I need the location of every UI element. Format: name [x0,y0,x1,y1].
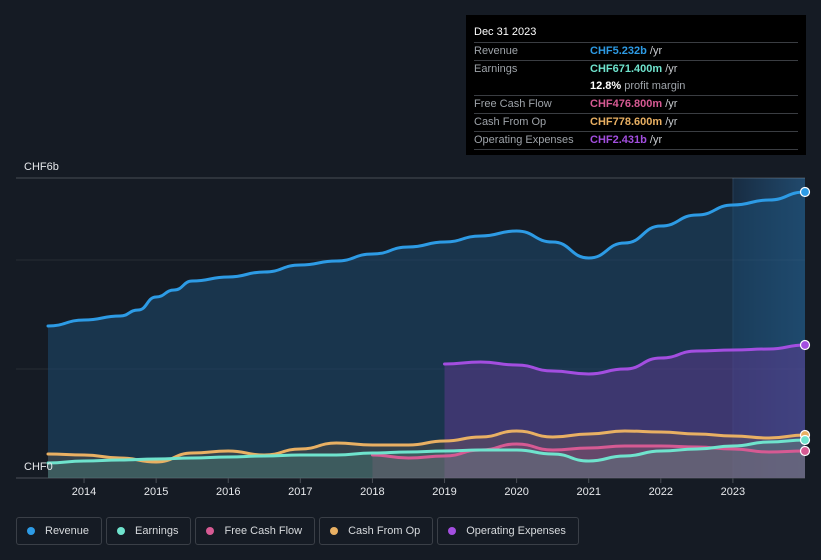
tooltip-row-label: Free Cash Flow [474,98,552,110]
y-axis-bottom-label: CHF0 [24,461,53,473]
tooltip-value-amount: 12.8% [590,80,622,92]
tooltip-row: 12.8% profit margin [474,78,798,95]
legend-item-earnings[interactable]: Earnings [106,517,192,545]
tooltip-value-amount: CHF778.600m [590,116,663,128]
tooltip-row-label: Operating Expenses [474,134,574,146]
y-axis-top-label: CHF6b [24,161,59,173]
legend-dot-icon [448,527,457,535]
tooltip-row: Free Cash Flow CHF476.800m /yr [474,95,798,113]
tooltip-value-amount: CHF671.400m [590,63,663,75]
legend-dot-icon [117,527,126,535]
x-tick-label: 2020 [504,486,528,498]
x-tick-label: 2018 [360,486,384,498]
tooltip-row: Revenue CHF5.232b /yr [474,42,798,60]
tooltip-value-unit: /yr [662,98,678,110]
operating-expenses-end-marker [799,339,811,351]
x-tick-label: 2016 [216,486,240,498]
tooltip-value-unit: /yr [662,116,678,128]
x-tick-label: 2021 [576,486,600,498]
legend-label: Revenue [45,525,90,537]
tooltip-row-value: 12.8% profit margin [590,78,685,95]
tooltip-row-value: CHF671.400m /yr [590,61,677,78]
legend-item-free-cash-flow[interactable]: Free Cash Flow [195,517,316,545]
legend-dot-icon [330,527,339,535]
x-tick-label: 2019 [432,486,456,498]
tooltip-value-unit: /yr [646,134,663,146]
tooltip-value-unit: /yr [662,63,678,75]
free-cash-flow-end-marker [799,445,811,457]
tooltip-date: Dec 31 2023 [474,26,537,38]
legend-item-cash-from-op[interactable]: Cash From Op [319,517,434,545]
tooltip-row-label: Earnings [474,63,518,75]
legend-item-revenue[interactable]: Revenue [16,517,103,545]
x-tick-label: 2023 [721,486,745,498]
x-axis-ticks: 2014 2015 2016 2017 2018 2019 2020 2021 2022 2023 [72,478,745,498]
x-tick-label: 2015 [144,486,168,498]
legend-label: Free Cash Flow [224,525,303,537]
tooltip-row-value: CHF5.232b /yr [590,43,662,60]
tooltip-row-value: CHF2.431b /yr [590,132,662,149]
x-tick-label: 2014 [72,486,96,498]
tooltip-row-label: Cash From Op [474,116,547,128]
legend-label: Cash From Op [348,525,421,537]
legend-item-operating-expenses[interactable]: Operating Expenses [437,517,579,545]
tooltip-value-amount: CHF5.232b [590,45,647,57]
tooltip-value-unit: profit margin [621,80,686,92]
tooltip-row: Operating Expenses CHF2.431b /yr [474,131,798,150]
legend-dot-icon [206,527,215,535]
legend-label: Operating Expenses [466,525,566,537]
tooltip: Dec 31 2023 Revenue CHF5.232b /yr Earnings… [466,15,806,155]
tooltip-row: Earnings CHF671.400m /yr [474,60,798,78]
legend: Revenue Earnings Free Cash Flow Cash From O… [16,517,579,545]
tooltip-row-label: Revenue [474,45,519,57]
earnings-end-marker [799,434,811,446]
legend-dot-icon [27,527,35,535]
tooltip-row-label [474,78,590,95]
x-tick-label: 2022 [649,486,673,498]
tooltip-value-amount: CHF476.800m [590,98,663,110]
tooltip-row-value: CHF476.800m /yr [590,96,677,113]
tooltip-row-value: CHF778.600m /yr [590,114,677,131]
tooltip-row: Cash From Op CHF778.600m /yr [474,113,798,131]
tooltip-rows: Revenue CHF5.232b /yr Earnings CHF671.400m … [474,42,798,150]
tooltip-value-amount: CHF2.431b [590,134,647,146]
x-tick-label: 2017 [288,486,312,498]
legend-label: Earnings [135,525,179,537]
revenue-end-marker [799,186,811,198]
tooltip-value-unit: /yr [646,45,663,57]
